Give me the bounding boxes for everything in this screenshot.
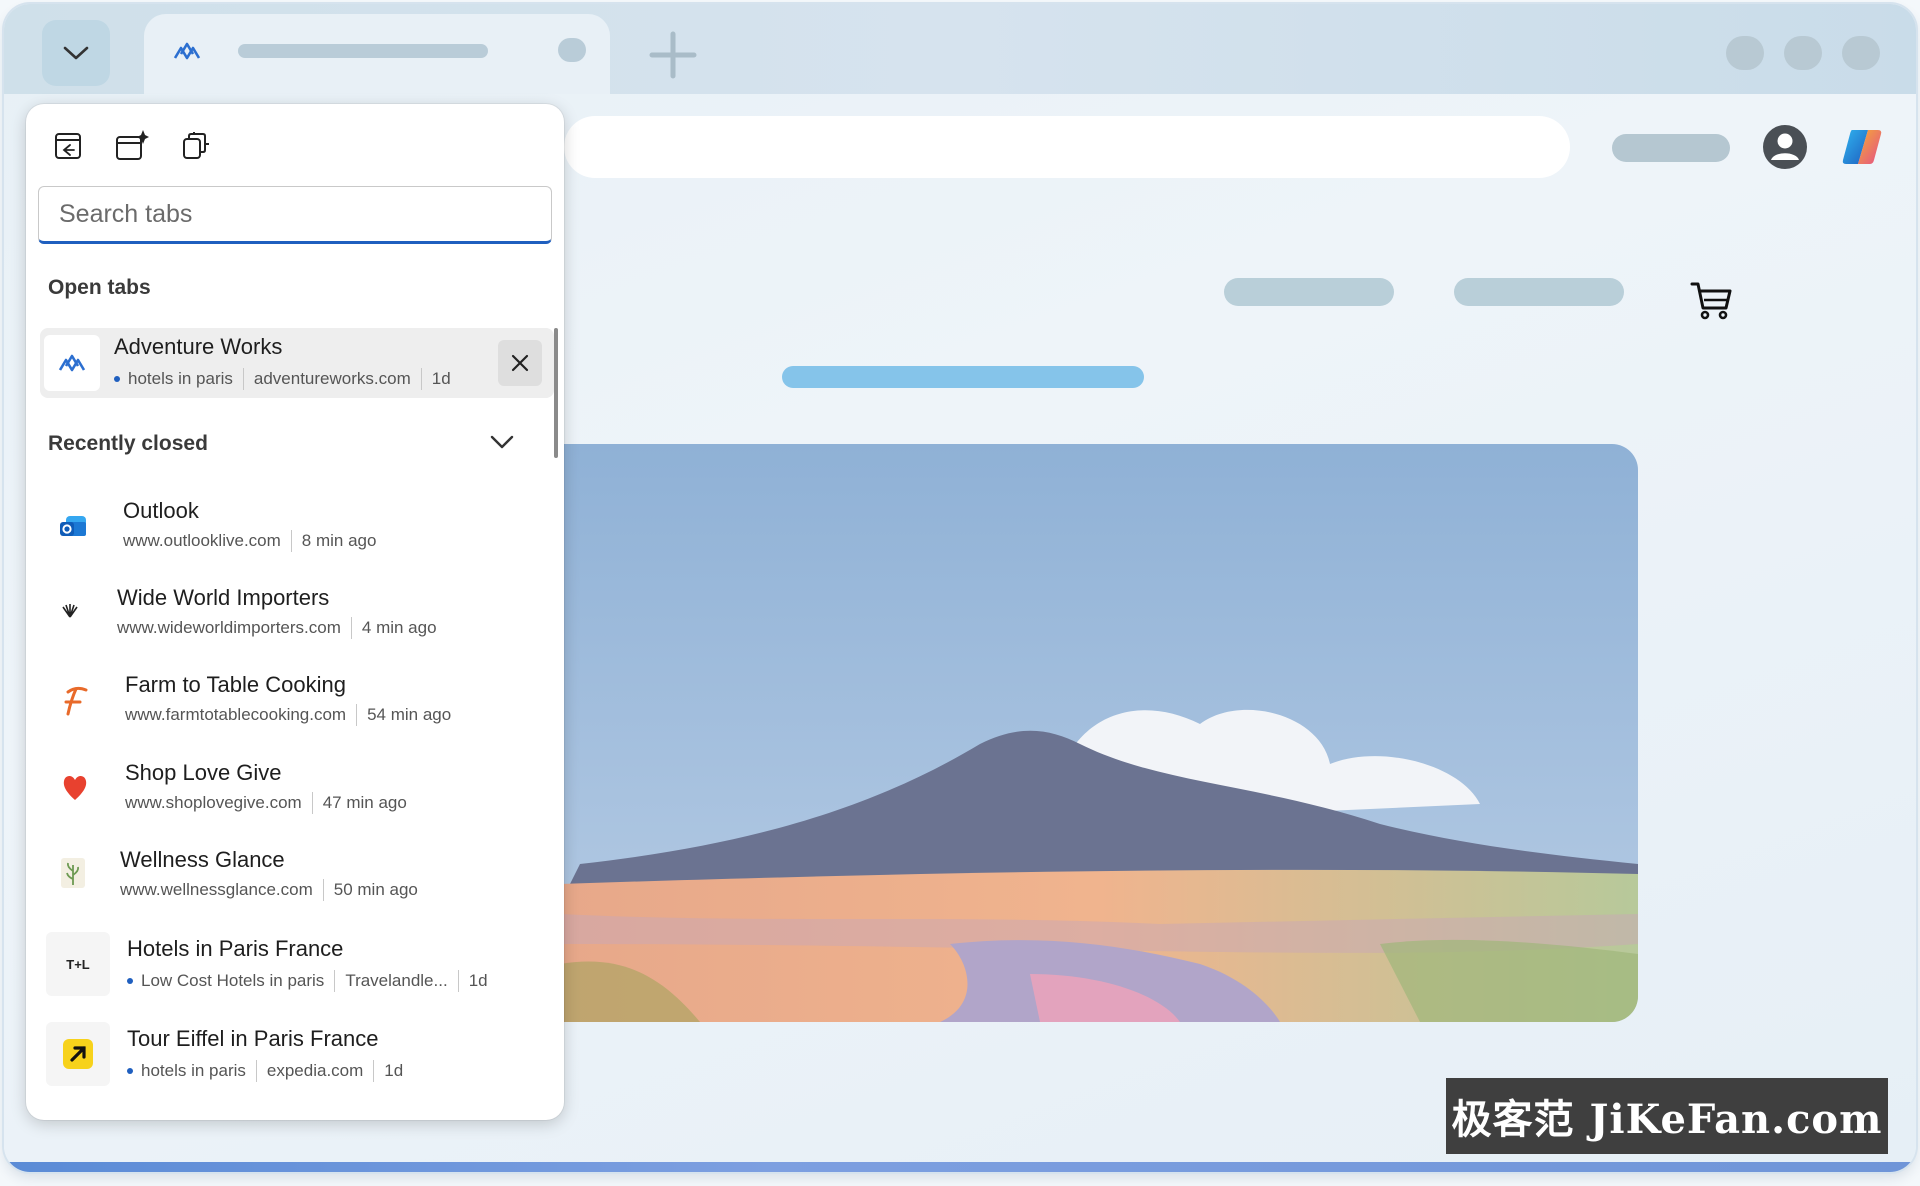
item-title: Shop Love Give	[125, 760, 282, 785]
item-meta: Low Cost Hotels in paris Travelandle... …	[127, 970, 488, 992]
workspaces-button[interactable]	[176, 126, 216, 166]
recently-closed-item[interactable]: Wide World Importers www.wideworldimport…	[26, 569, 564, 653]
item-domain: expedia.com	[266, 1061, 364, 1080]
item-domain: www.outlooklive.com	[123, 531, 281, 550]
recently-closed-item[interactable]: Tour Eiffel in Paris France hotels in pa…	[26, 1010, 564, 1094]
copilot-icon[interactable]	[1838, 122, 1888, 172]
wellness-icon	[61, 858, 85, 888]
farm-to-table-icon	[64, 686, 88, 716]
close-icon	[511, 354, 529, 372]
tab-meta: hotels in paris adventureworks.com 1d	[114, 368, 451, 390]
toolbar-placeholder-pill[interactable]	[1612, 134, 1730, 162]
item-title: Hotels in Paris France	[127, 936, 344, 961]
item-domain: www.farmtotablecooking.com	[125, 705, 347, 724]
item-time: 1d	[384, 1061, 404, 1080]
travel-leisure-icon: T+L	[46, 932, 110, 996]
sparkle-tabs-icon	[116, 130, 149, 160]
adventure-works-icon	[173, 42, 201, 60]
item-title: Outlook	[123, 498, 199, 523]
recently-closed-item[interactable]: Outlook www.outlooklive.com 8 min ago	[26, 482, 564, 566]
organize-tabs-button[interactable]	[112, 126, 152, 166]
tab-search-panel: Open tabs Adventure Works hotels in pari…	[26, 104, 564, 1120]
wide-world-importers-icon	[62, 604, 78, 618]
tab-time: 1d	[431, 369, 451, 388]
search-bullet-icon	[114, 376, 120, 382]
item-time: 4 min ago	[361, 618, 437, 637]
item-meta: hotels in paris expedia.com 1d	[127, 1060, 403, 1082]
nav-placeholder-2[interactable]	[1454, 278, 1624, 306]
address-bar[interactable]	[564, 116, 1570, 178]
tab-domain: adventureworks.com	[253, 369, 411, 388]
item-meta: www.farmtotablecooking.com 54 min ago	[125, 704, 451, 726]
tab-title: Adventure Works	[114, 334, 283, 359]
item-query: Low Cost Hotels in paris	[141, 971, 325, 990]
adventure-works-icon	[44, 335, 100, 391]
item-meta: www.wellnessglance.com 50 min ago	[120, 879, 418, 901]
item-time: 50 min ago	[333, 880, 418, 899]
chevron-down-icon[interactable]	[488, 432, 516, 452]
nav-placeholder-1[interactable]	[1224, 278, 1394, 306]
recently-closed-item[interactable]: T+L Hotels in Paris France Low Cost Hote…	[26, 920, 564, 1004]
page-heading-placeholder	[782, 366, 1144, 388]
recently-closed-item[interactable]: Farm to Table Cooking www.farmtotablecoo…	[26, 656, 564, 740]
open-tabs-heading: Open tabs	[48, 276, 151, 299]
item-title: Wide World Importers	[117, 585, 330, 610]
maximize-button[interactable]	[1784, 36, 1822, 70]
heart-icon	[63, 775, 87, 800]
item-time: 54 min ago	[367, 705, 452, 724]
close-tab-button[interactable]	[498, 340, 542, 386]
item-time: 1d	[468, 971, 488, 990]
chevron-down-icon	[63, 46, 89, 60]
recently-closed-item[interactable]: Wellness Glance www.wellnessglance.com 5…	[26, 831, 564, 915]
item-query: hotels in paris	[141, 1061, 246, 1080]
tab-strip	[4, 4, 1916, 94]
shopping-cart-icon[interactable]	[1690, 280, 1734, 320]
recently-closed-heading: Recently closed	[48, 432, 208, 455]
active-tab[interactable]	[144, 14, 610, 94]
item-title: Tour Eiffel in Paris France	[127, 1026, 379, 1051]
minimize-button[interactable]	[1726, 36, 1764, 70]
item-domain: www.wideworldimporters.com	[117, 618, 341, 637]
item-title: Farm to Table Cooking	[125, 672, 346, 697]
item-domain: Travelandle...	[345, 971, 448, 990]
recently-closed-item[interactable]: Shop Love Give www.shoplovegive.com 47 m…	[26, 744, 564, 828]
tab-query: hotels in paris	[128, 369, 233, 388]
vertical-tabs-icon	[55, 133, 81, 159]
item-time: 8 min ago	[301, 531, 377, 550]
item-meta: www.outlooklive.com 8 min ago	[123, 530, 376, 552]
item-title: Wellness Glance	[120, 847, 285, 872]
outlook-icon	[60, 516, 86, 536]
hero-landscape-image	[560, 444, 1638, 1022]
expedia-icon	[46, 1022, 110, 1086]
open-tab-item[interactable]: Adventure Works hotels in paris adventur…	[40, 328, 554, 398]
panel-scrollbar[interactable]	[554, 328, 558, 458]
search-bullet-icon	[127, 978, 133, 984]
item-domain: www.wellnessglance.com	[120, 880, 313, 899]
tab-title-placeholder	[238, 44, 488, 58]
search-tabs-input[interactable]	[38, 186, 552, 244]
vertical-tabs-button[interactable]	[48, 126, 88, 166]
profile-avatar-icon[interactable]	[1762, 124, 1808, 170]
new-tab-plus-icon[interactable]	[646, 28, 700, 82]
search-bullet-icon	[127, 1068, 133, 1074]
item-time: 47 min ago	[322, 793, 407, 812]
watermark: 极客范 JiKeFan.com	[1446, 1078, 1888, 1154]
item-meta: www.shoplovegive.com 47 min ago	[125, 792, 407, 814]
workspaces-icon	[183, 132, 209, 159]
item-domain: www.shoplovegive.com	[125, 793, 302, 812]
tab-actions-menu-button[interactable]	[42, 20, 110, 86]
browser-window: Open tabs Adventure Works hotels in pari…	[4, 4, 1916, 1172]
tab-close-placeholder[interactable]	[558, 38, 586, 62]
item-meta: www.wideworldimporters.com 4 min ago	[117, 617, 437, 639]
close-window-button[interactable]	[1842, 36, 1880, 70]
